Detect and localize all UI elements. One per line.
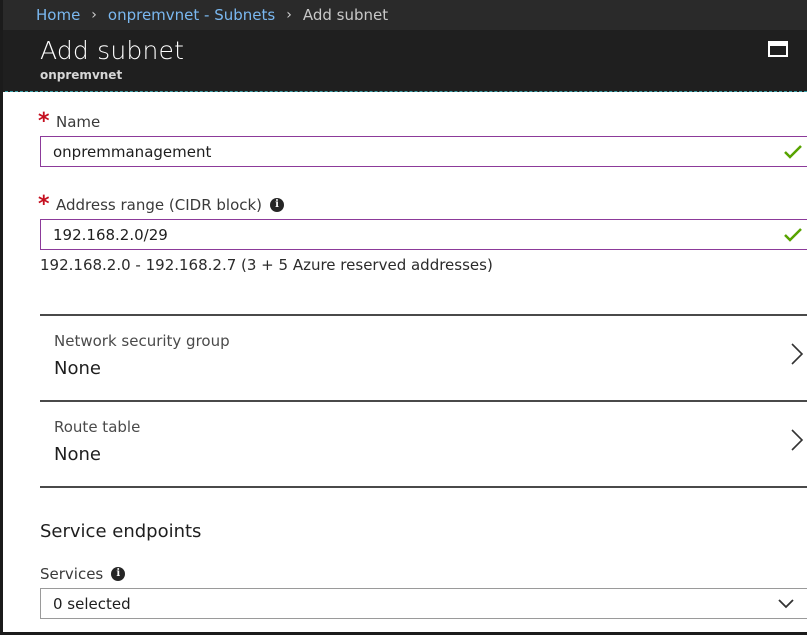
breadcrumb-separator: › — [286, 7, 292, 23]
checkmark-icon — [784, 228, 802, 242]
service-endpoints-heading: Service endpoints — [40, 521, 202, 542]
page-subtitle: onpremvnet — [40, 68, 123, 82]
maximize-icon[interactable] — [768, 41, 788, 57]
breadcrumb-separator: › — [91, 7, 97, 23]
divider — [40, 486, 807, 488]
route-table-value: None — [54, 444, 101, 465]
name-label: Name — [56, 113, 101, 131]
network-security-group-value: None — [54, 358, 101, 379]
breadcrumb-subnets-link[interactable]: onpremvnet - Subnets — [108, 6, 275, 24]
required-marker: * — [38, 109, 50, 134]
breadcrumb: Home › onpremvnet - Subnets › Add subnet — [0, 0, 807, 30]
address-range-label: Address range (CIDR block) — [56, 196, 263, 214]
page-title: Add subnet — [40, 36, 185, 65]
blade-header: Add subnet onpremvnet — [0, 30, 807, 92]
network-security-group-label: Network security group — [54, 332, 230, 350]
breadcrumb-current: Add subnet — [302, 6, 389, 24]
address-range-input[interactable] — [40, 219, 807, 250]
services-label-row: Services i — [40, 565, 126, 583]
services-selected-value: 0 selected — [53, 595, 131, 613]
route-table-label: Route table — [54, 418, 141, 436]
required-marker: * — [38, 192, 50, 217]
chevron-down-icon[interactable] — [778, 599, 794, 609]
chevron-right-icon[interactable] — [790, 343, 804, 365]
info-icon[interactable]: i — [270, 198, 285, 212]
address-range-hint: 192.168.2.0 - 192.168.2.7 (3 + 5 Azure r… — [40, 256, 493, 274]
route-table-row[interactable]: Route table None — [40, 402, 807, 486]
chevron-right-icon[interactable] — [790, 429, 804, 451]
services-label: Services — [40, 565, 104, 583]
network-security-group-row[interactable]: Network security group None — [40, 316, 807, 400]
info-icon[interactable]: i — [111, 567, 126, 581]
checkmark-icon — [784, 145, 802, 159]
breadcrumb-home-link[interactable]: Home — [36, 6, 80, 24]
services-dropdown[interactable]: 0 selected — [40, 588, 807, 619]
address-range-label-row: Address range (CIDR block) i — [56, 196, 285, 214]
name-input[interactable] — [40, 136, 807, 167]
